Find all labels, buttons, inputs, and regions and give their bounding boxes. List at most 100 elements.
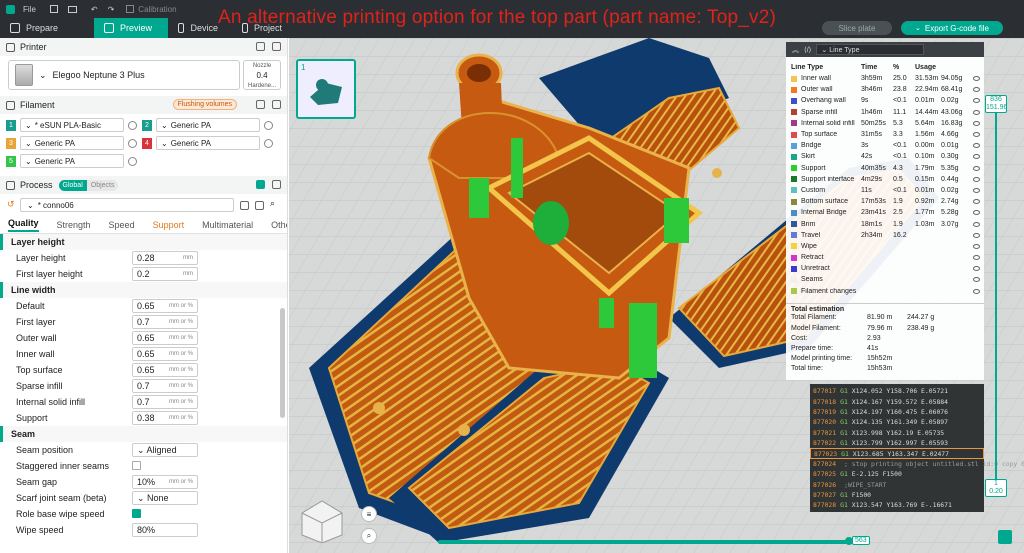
visibility-eye-icon[interactable]	[973, 255, 980, 261]
toggle-objects[interactable]: Objects	[86, 179, 119, 191]
tab-support[interactable]: Support	[153, 220, 185, 230]
filament-slot[interactable]: 2 ⌄ Generic PA	[142, 117, 278, 133]
filament-color-swatch[interactable]: 3	[6, 137, 16, 149]
tab-strength[interactable]: Strength	[57, 220, 91, 230]
slice-plate-button[interactable]: Slice plate	[822, 21, 892, 35]
legend-row[interactable]: Outer wall 3h46m 23.8 22.94m 68.41g	[786, 84, 984, 95]
calibration-icon[interactable]	[126, 5, 135, 13]
filament-color-swatch[interactable]: 5	[6, 155, 16, 167]
visibility-eye-icon[interactable]	[973, 187, 980, 193]
visibility-eye-icon[interactable]	[973, 76, 980, 82]
tab-prepare[interactable]: Prepare	[0, 18, 94, 38]
visibility-eye-icon[interactable]	[973, 199, 980, 205]
export-gcode-button[interactable]: ⌄ Export G-code file	[901, 21, 1003, 35]
visibility-eye-icon[interactable]	[973, 288, 980, 294]
redo-icon[interactable]: ↷	[108, 5, 115, 14]
visibility-eye-icon[interactable]	[973, 176, 980, 182]
visibility-eye-icon[interactable]	[973, 132, 980, 138]
legend-row[interactable]: Bridge 3s <0.1 0.00m 0.01g	[786, 140, 984, 151]
search-icon[interactable]: ⌕	[270, 198, 275, 209]
layer-slider-top-handle[interactable]: 836 151.96	[985, 95, 1007, 113]
visibility-eye-icon[interactable]	[973, 109, 980, 115]
visibility-eye-icon[interactable]	[973, 87, 980, 93]
legend-row[interactable]: Travel 2h34m 16.2	[786, 230, 984, 241]
visibility-eye-icon[interactable]	[973, 120, 980, 126]
legend-row[interactable]: Overhang wall 9s <0.1 0.01m 0.02g	[786, 95, 984, 106]
visibility-eye-icon[interactable]	[973, 266, 980, 272]
legend-row[interactable]: Top surface 31m5s 3.3 1.56m 4.66g	[786, 129, 984, 140]
legend-row[interactable]: Support interface 4m29s 0.5 0.15m 0.44g	[786, 174, 984, 185]
legend-row[interactable]: Internal Bridge 23m41s 2.5 1.77m 5.28g	[786, 207, 984, 218]
legend-row[interactable]: Seams	[786, 274, 984, 285]
compare-icon[interactable]	[255, 201, 264, 210]
tab-speed[interactable]: Speed	[109, 220, 135, 230]
process-preset-select[interactable]: ⌄ * conno06	[20, 198, 234, 212]
legend-row[interactable]: Wipe	[786, 241, 984, 252]
flushing-volumes-button[interactable]: Flushing volumes	[172, 99, 237, 110]
tab-multimaterial[interactable]: Multimaterial	[202, 220, 253, 230]
calibration-menu[interactable]: Calibration	[138, 5, 176, 14]
visibility-eye-icon[interactable]	[973, 221, 980, 227]
save-preset-icon[interactable]	[240, 201, 249, 210]
filament-settings-icon[interactable]	[272, 100, 281, 109]
settings-scrollbar[interactable]	[280, 308, 285, 418]
visibility-eye-icon[interactable]	[973, 165, 980, 171]
legend-row[interactable]: Inner wall 3h59m 25.0 31.53m 94.05g	[786, 73, 984, 84]
folder-icon[interactable]	[67, 5, 77, 13]
legend-row[interactable]: Skirt 42s <0.1 0.10m 0.30g	[786, 151, 984, 162]
setting-input[interactable]: 10% mm or %	[132, 475, 198, 489]
filament-select[interactable]: ⌄ Generic PA	[20, 154, 124, 168]
legend-row[interactable]: Brim 18m1s 1.9 1.03m 3.07g	[786, 218, 984, 229]
legend-row[interactable]: Unretract	[786, 263, 984, 274]
visibility-eye-icon[interactable]	[973, 98, 980, 104]
visibility-eye-icon[interactable]	[973, 143, 980, 149]
legend-row[interactable]: Bottom surface 17m53s 1.9 0.92m 2.74g	[786, 196, 984, 207]
filament-slot[interactable]: 3 ⌄ Generic PA	[6, 135, 142, 151]
global-objects-toggle[interactable]: Global Objects	[58, 179, 119, 191]
layer-slider-track[interactable]	[995, 102, 997, 482]
view-cube[interactable]	[297, 493, 347, 544]
setting-input[interactable]: 0.65 mm or %	[132, 363, 198, 377]
zoom-icon[interactable]: ⌕	[361, 528, 377, 544]
setting-input[interactable]: 80%	[132, 523, 198, 537]
visibility-eye-icon[interactable]	[973, 210, 980, 216]
filament-slot[interactable]: 1 ⌄ * eSUN PLA-Basic	[6, 117, 142, 133]
move-slider-track[interactable]	[438, 540, 850, 544]
setting-select[interactable]: ⌄ Aligned	[132, 443, 198, 457]
layer-slider-bottom-handle[interactable]: 1 0.20	[985, 479, 1007, 497]
legend-row[interactable]: Sparse infill 1h46m 11.1 14.44m 43.06g	[786, 107, 984, 118]
legend-row[interactable]: Filament changes	[786, 286, 984, 297]
filament-select[interactable]: ⌄ * eSUN PLA-Basic	[20, 118, 124, 132]
setting-input[interactable]: 0.2 mm	[132, 267, 198, 281]
filament-select[interactable]: ⌄ Generic PA	[20, 136, 124, 150]
chevron-down-icon[interactable]: ⌄	[915, 24, 921, 32]
setting-input[interactable]: 0.28 mm	[132, 251, 198, 265]
visibility-eye-icon[interactable]	[973, 243, 980, 249]
layers-icon[interactable]	[998, 530, 1012, 544]
toggle-global[interactable]: Global	[58, 179, 87, 191]
code-icon[interactable]: ⟨/⟩	[804, 46, 811, 54]
filament-options-icon[interactable]	[264, 120, 273, 130]
visibility-eye-icon[interactable]	[973, 277, 980, 283]
tab-quality[interactable]: Quality	[8, 218, 39, 232]
filament-select[interactable]: ⌄ Generic PA	[156, 118, 260, 132]
visibility-eye-icon[interactable]	[973, 154, 980, 160]
legend-row[interactable]: Support 40m35s 4.3 1.79m 5.35g	[786, 163, 984, 174]
filament-select[interactable]: ⌄ Generic PA	[156, 136, 260, 150]
menu-icon[interactable]: ≡	[361, 506, 377, 522]
legend-row[interactable]: Internal solid infill 50m25s 5.3 5.64m 16.83…	[786, 118, 984, 129]
setting-select[interactable]: ⌄ None	[132, 491, 198, 505]
setting-input[interactable]: 0.65 mm or %	[132, 347, 198, 361]
setting-input[interactable]: 0.65 mm or %	[132, 331, 198, 345]
filament-slot[interactable]: 4 ⌄ Generic PA	[142, 135, 278, 151]
filament-options-icon[interactable]	[128, 156, 137, 166]
setting-input[interactable]: 0.38 mm or %	[132, 411, 198, 425]
tab-preview[interactable]: Preview	[94, 18, 168, 38]
setting-input[interactable]: 0.65 mm or %	[132, 299, 198, 313]
process-settings-icon[interactable]	[272, 180, 281, 189]
advanced-toggle-icon[interactable]	[256, 180, 265, 189]
filament-options-icon[interactable]	[264, 138, 273, 148]
reset-icon[interactable]: ↺	[7, 199, 15, 210]
setting-checkbox[interactable]	[132, 461, 141, 470]
legend-row[interactable]: Retract	[786, 252, 984, 263]
